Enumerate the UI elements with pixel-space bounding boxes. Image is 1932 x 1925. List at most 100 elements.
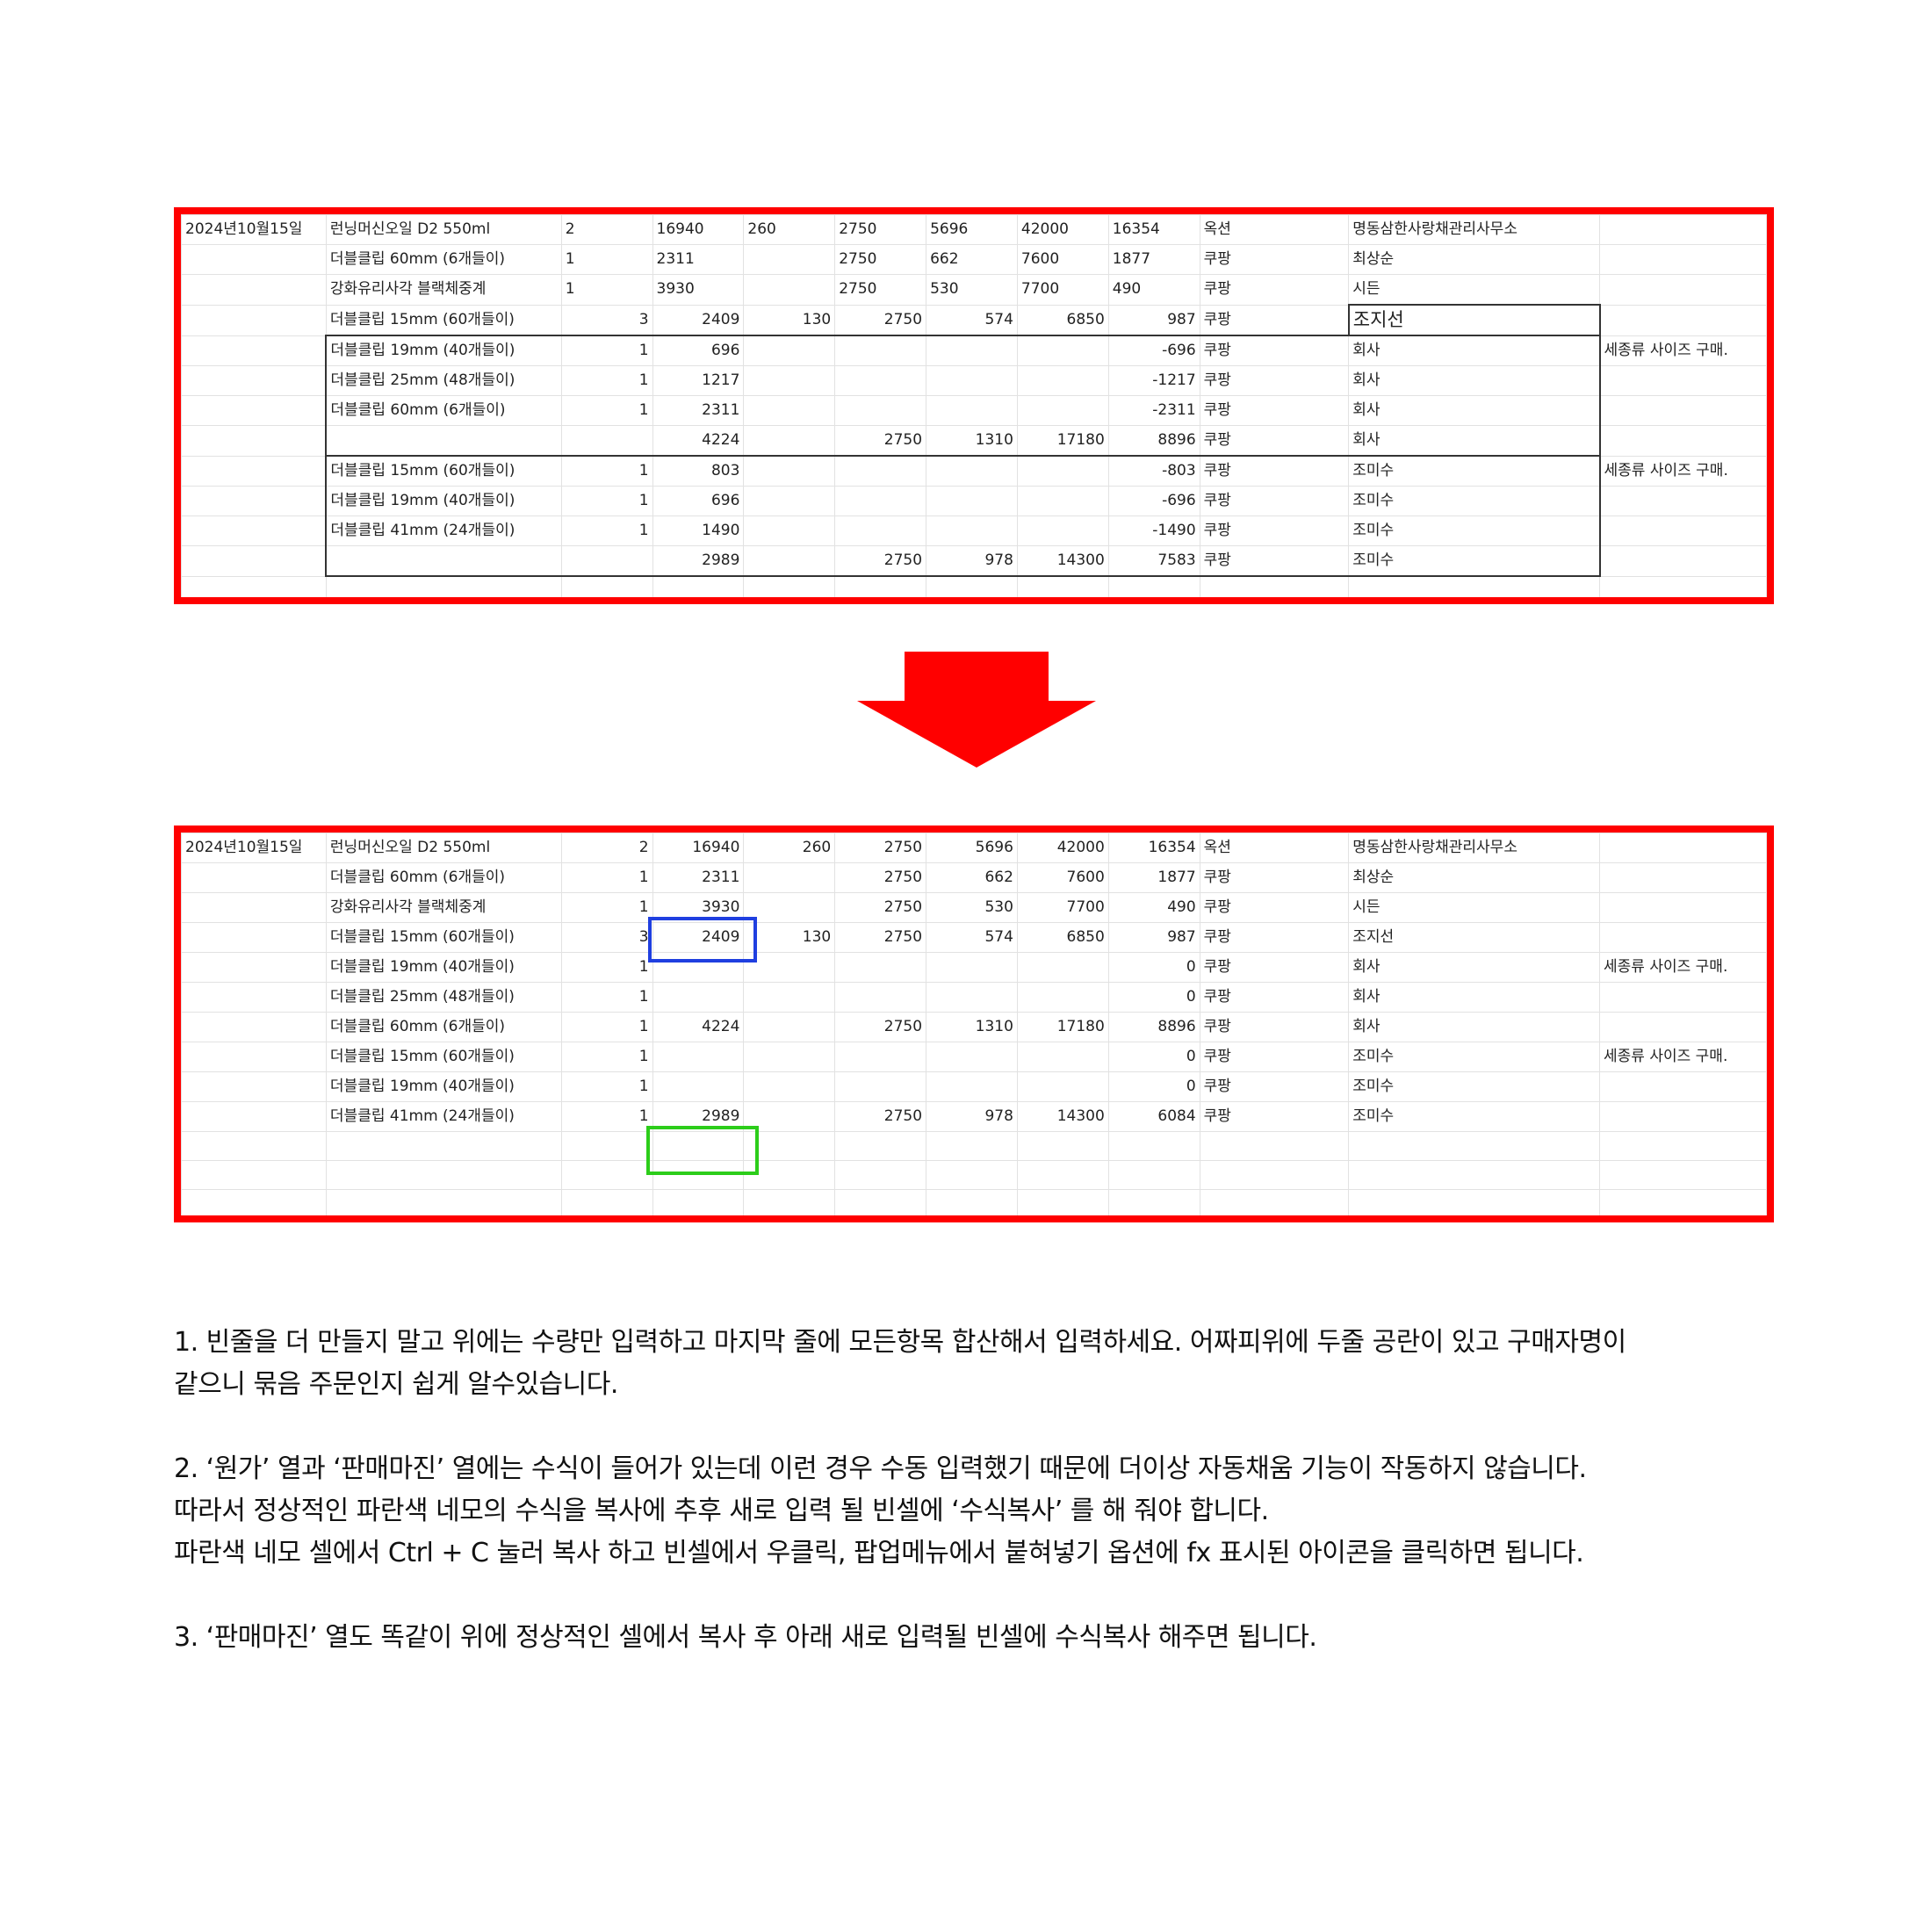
table-cell[interactable]: 0 [1107,952,1200,983]
table-cell[interactable] [181,922,327,953]
table-cell[interactable] [325,1189,562,1215]
table-cell[interactable] [1599,425,1767,457]
table-cell[interactable] [181,1131,327,1161]
table-cell[interactable] [926,575,1018,597]
table-cell[interactable]: 세종류 사이즈 구매. [1599,455,1767,487]
table-cell[interactable] [926,365,1018,396]
table-cell[interactable] [1599,1131,1767,1161]
table-cell[interactable]: 1 [560,862,653,893]
table-cell[interactable]: 574 [926,922,1018,953]
table-cell[interactable]: 2311 [652,395,745,426]
table-cell[interactable]: 쿠팡 [1199,1071,1350,1102]
table-cell[interactable]: 7600 [1016,244,1109,275]
table-cell[interactable] [743,1189,836,1215]
table-cell[interactable] [834,1160,927,1190]
table-cell[interactable]: 2750 [834,274,927,306]
table-cell[interactable]: 더블클립 19mm (40개들이) [325,335,562,366]
table-cell[interactable] [743,575,836,597]
table-cell[interactable]: 2750 [834,214,927,245]
table-cell[interactable] [834,515,927,546]
table-cell[interactable]: 회사 [1348,1012,1601,1042]
table-cell[interactable]: 더블클립 60mm (6개들이) [325,862,562,893]
table-cell[interactable]: 2750 [834,922,927,953]
table-cell[interactable]: 조지선 [1348,922,1601,953]
table-cell[interactable] [743,1071,836,1102]
table-cell[interactable]: 260 [743,214,836,245]
table-cell[interactable] [1199,1131,1350,1161]
table-cell[interactable]: 1877 [1107,244,1200,275]
table-cell[interactable] [181,486,327,516]
table-cell[interactable] [743,244,836,275]
table-cell[interactable] [1016,395,1109,426]
table-cell[interactable] [1599,395,1767,426]
table-cell[interactable]: 쿠팡 [1199,862,1350,893]
table-cell[interactable] [181,395,327,426]
table-cell[interactable]: 더블클립 41mm (24개들이) [325,1101,562,1132]
table-cell[interactable] [181,1012,327,1042]
table-cell[interactable]: 쿠팡 [1199,515,1350,546]
table-cell[interactable]: 1 [560,515,653,546]
table-cell[interactable] [181,1160,327,1190]
table-cell[interactable]: 14300 [1016,545,1109,577]
table-cell[interactable]: 세종류 사이즈 구매. [1599,1042,1767,1072]
table-cell[interactable]: 1 [560,1101,653,1132]
table-cell[interactable] [1599,1160,1767,1190]
table-cell[interactable]: 회사 [1348,425,1601,457]
table-cell[interactable] [1016,1071,1109,1102]
table-cell[interactable]: 조미수 [1348,486,1601,516]
table-cell[interactable] [181,1189,327,1215]
table-cell[interactable]: 2750 [834,545,927,577]
table-cell[interactable]: 8896 [1107,425,1200,457]
table-cell[interactable]: 662 [926,244,1018,275]
table-cell[interactable] [926,1042,1018,1072]
table-cell[interactable] [1599,1189,1767,1215]
table-cell[interactable]: 쿠팡 [1199,545,1350,577]
table-cell[interactable]: 런닝머신오일 D2 550ml [325,214,562,245]
table-cell[interactable] [1599,575,1767,597]
table-cell[interactable]: 2 [560,214,653,245]
table-cell[interactable] [181,365,327,396]
table-cell[interactable]: 987 [1107,922,1200,953]
table-cell[interactable]: 쿠팡 [1199,486,1350,516]
table-cell[interactable]: 2750 [834,833,927,863]
table-cell[interactable]: 5696 [926,214,1018,245]
table-cell[interactable] [834,335,927,366]
table-cell[interactable]: 더블클립 19mm (40개들이) [325,1071,562,1102]
table-cell[interactable] [1016,575,1109,597]
table-cell[interactable] [1348,1189,1601,1215]
table-cell[interactable]: 쿠팡 [1199,274,1350,306]
table-cell[interactable] [1016,515,1109,546]
table-cell[interactable]: 0 [1107,1071,1200,1102]
table-cell[interactable] [1599,486,1767,516]
table-cell[interactable]: 조미수 [1348,1042,1601,1072]
table-cell[interactable] [834,575,927,597]
table-cell[interactable] [1599,365,1767,396]
table-cell[interactable] [926,1160,1018,1190]
table-cell[interactable]: 강화유리사각 블랙체중계 [325,274,562,306]
table-cell[interactable] [181,1101,327,1132]
table-cell[interactable] [834,1042,927,1072]
table-cell[interactable] [926,1071,1018,1102]
table-cell[interactable] [1348,575,1601,597]
table-cell[interactable] [1599,982,1767,1013]
table-cell[interactable]: 16940 [652,833,745,863]
table-cell[interactable] [1599,833,1767,863]
table-cell[interactable] [834,1131,927,1161]
table-cell[interactable]: 더블클립 25mm (48개들이) [325,982,562,1013]
table-cell[interactable]: 130 [743,304,836,336]
table-cell[interactable] [743,545,836,577]
table-cell[interactable] [834,1189,927,1215]
table-cell[interactable] [1107,1131,1200,1161]
table-cell[interactable]: 2311 [652,862,745,893]
table-cell[interactable] [926,515,1018,546]
table-cell[interactable]: 6850 [1016,922,1109,953]
table-cell[interactable] [181,274,327,306]
table-cell[interactable] [181,952,327,983]
table-cell[interactable] [743,486,836,516]
table-cell[interactable] [1199,1160,1350,1190]
table-cell[interactable] [181,575,327,597]
table-cell[interactable] [652,982,745,1013]
table-cell[interactable] [652,1071,745,1102]
table-cell[interactable] [1199,1189,1350,1215]
table-cell[interactable] [1016,455,1109,487]
